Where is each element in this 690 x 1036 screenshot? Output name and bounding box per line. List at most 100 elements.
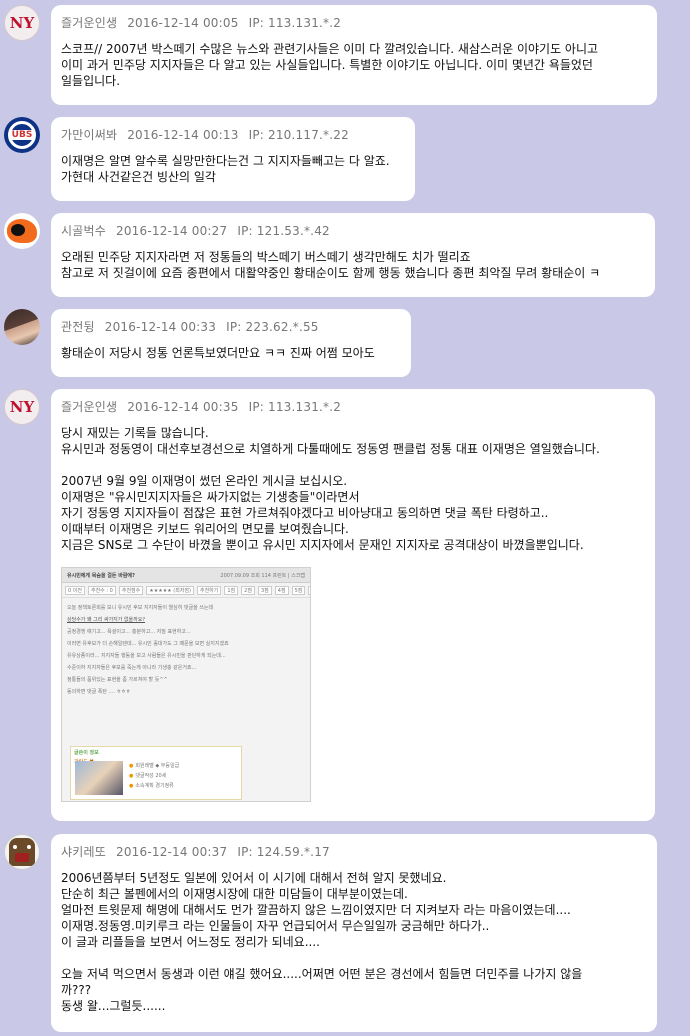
bullet-icon: ●: [129, 783, 134, 789]
comment-line: 이때부터 이재명은 키보드 워리어의 면모를 보여줬습니다.: [61, 522, 349, 536]
comment-body: 이재명은 알면 알수록 실망만한다는건 그 지지자들빼고는 다 알죠. 가현대 …: [61, 153, 405, 185]
comment-date: 2016-12-14 00:37: [115, 845, 228, 859]
comment-ip: IP: 113.131.*.2: [248, 400, 342, 414]
author-card-info: ● 회원레벨 ◆ 무등일급 ● 댓글작성 20세 ● 소속계획 경기정류: [129, 762, 179, 792]
comment-line: 오래된 민주당 지지자라면 저 정통들의 박스떼기 버스떼기 생각만해도 치가 …: [61, 250, 471, 264]
screenshot-tool: 2점: [241, 585, 255, 595]
screenshot-tool: 추천하기: [196, 585, 222, 595]
screenshot-toolbar: 0 이전 추천수 : 0 추천점수 ★★★★★ (최저점) 추천하기 1점 2점…: [62, 583, 310, 598]
comment-line: 스코프// 2007년 박스떼기 수많은 뉴스와 관련기사들은 이미 다 깔려있…: [61, 42, 599, 56]
screenshot-header: 유시민에게 목숨을 걸든 바람에? 2007.09.09 조회 114 프린트 …: [62, 568, 310, 583]
screenshot-tool: ★★★★★ (최저점): [146, 585, 194, 595]
screenshot-line: 오늘 정책토론회를 보니 유시민 후보 지지자들이 열심히 댓글을 쓰는데: [67, 605, 214, 611]
comment-line: 이재명은 알면 알수록 실망만한다는건 그 지지자들빼고는 다 알죠.: [61, 154, 390, 168]
comment-bubble: 샤키레또 2016-12-14 00:37 IP: 124.59.*.17 20…: [51, 834, 657, 1032]
comment-meta: 샤키레또 2016-12-14 00:37 IP: 124.59.*.17: [61, 843, 647, 860]
screenshot-line: 상당수가 왜 그리 싸가지가 없을까요?: [67, 617, 146, 623]
comment-meta: 즐거운인생 2016-12-14 00:05 IP: 113.131.*.2: [61, 14, 647, 31]
author-card-text: 댓글작성 20세: [135, 773, 167, 779]
yankees-logo-avatar[interactable]: NY: [4, 5, 40, 41]
screenshot-line: 유유상종이라... 지지자들 행동을 보고 사람들은 유시민을 판단하게 되는데…: [67, 653, 226, 659]
bullet-icon: ●: [129, 773, 134, 779]
comment-author[interactable]: 샤키레또: [61, 845, 106, 859]
orioles-logo-avatar[interactable]: [4, 213, 40, 249]
comment-line: 유시민과 정동영이 대선후보경선으로 치열하게 다툴때에도 정동영 팬클럽 정통…: [61, 442, 600, 456]
comment-ip: IP: 121.53.*.42: [237, 224, 330, 238]
comment-date: 2016-12-14 00:13: [127, 128, 239, 142]
embedded-screenshot-image[interactable]: 유시민에게 목숨을 걸든 바람에? 2007.09.09 조회 114 프린트 …: [61, 567, 311, 802]
comment-line: 2006년쯤부터 5년정도 일본에 있어서 이 시기에 대해서 전혀 알지 못했…: [61, 871, 447, 885]
comment-author[interactable]: 관전뒹: [61, 320, 95, 334]
comment-date: 2016-12-14 00:05: [127, 16, 239, 30]
author-card-text: 소속계획 경기정류: [135, 783, 174, 789]
screenshot-tool: 추천: [308, 585, 310, 595]
comment-line: 까???: [61, 983, 92, 997]
screenshot-tool: 3점: [257, 585, 272, 595]
author-card-text: 회원레벨 ◆ 무등일급: [135, 763, 180, 769]
comment-meta: 가만이써봐 2016-12-14 00:13 IP: 210.117.*.22: [61, 126, 405, 143]
comment-line: 자기 정동영 지지자들이 점잖은 표현 가르쳐줘야겠다고 비아냥대고 동의하면 …: [61, 506, 549, 520]
comment-bubble: 즐거운인생 2016-12-14 00:05 IP: 113.131.*.2 스…: [51, 5, 657, 105]
comment-line: 오늘 저녁 먹으면서 동생과 이런 얘길 했어요.....어쩌면 어떤 분은 경…: [61, 967, 583, 981]
comment-line: 가현대 사건같은건 빙산의 일각: [61, 170, 216, 184]
comment-ip: IP: 113.131.*.2: [248, 16, 342, 30]
author-card-row: ● 회원레벨 ◆ 무등일급: [129, 762, 179, 769]
comment-line: 동생 왈...그럴듯......: [61, 999, 166, 1013]
author-card-title: 글쓴이 정보: [74, 750, 99, 756]
comment-ip: IP: 223.62.*.55: [226, 320, 319, 334]
comment-line: 일들입니다.: [61, 74, 121, 88]
comment-line: 이미 과거 민주당 지지자들은 다 알고 있는 사실들입니다. 특별한 이야기도…: [61, 58, 593, 72]
comment-meta: 즐거운인생 2016-12-14 00:35 IP: 113.131.*.2: [61, 398, 645, 415]
comment-date: 2016-12-14 00:33: [104, 320, 217, 334]
comment-line: 황태순이 저당시 정통 언론특보였더만요 ㅋㅋ 진짜 어쩜 모아도: [61, 346, 375, 360]
comment-line: 이 글과 리플들을 보면서 어느정도 정리가 되네요....: [61, 935, 320, 949]
screenshot-line: 이러면 유후보가 더 손해일텐데... 유시민 홀대가도 그 떼문을 보면 실지…: [67, 641, 229, 647]
person-photo-avatar[interactable]: [4, 309, 40, 345]
yankees-logo-avatar[interactable]: NY: [4, 389, 40, 425]
comment-body: 2006년쯤부터 5년정도 일본에 있어서 이 시기에 대해서 전혀 알지 못했…: [61, 870, 647, 1014]
screenshot-line: 공정경쟁 얘기고... 욕설이고... 흥분하고... 저질 표현하고...: [67, 629, 191, 635]
screenshot-tool: 1점: [224, 585, 239, 595]
screenshot-author-card: 글쓴이 정보 가란도 ♥ ●회원레벨 ◆ 무등일급 ●댓글작성 20세 ●소속계…: [70, 746, 242, 800]
comment-body: 스코프// 2007년 박스떼기 수많은 뉴스와 관련기사들은 이미 다 깔려있…: [61, 41, 647, 89]
comment-line: 단순히 최근 볼펜에서의 이재명시장에 대한 미담들이 대부분이였는데.: [61, 887, 408, 901]
cubs-logo-avatar[interactable]: UBS: [4, 117, 40, 153]
comment-line: 이재명.정동영.미키루크 라는 인물들이 자꾸 언급되어서 무슨일일까 궁금해만…: [61, 919, 490, 933]
comment-ip: IP: 210.117.*.22: [248, 128, 349, 142]
comment-bubble: 가만이써봐 2016-12-14 00:13 IP: 210.117.*.22 …: [51, 117, 415, 201]
screenshot-tool: 추천점수: [118, 585, 144, 595]
author-card-row: ● 댓글작성 20세: [129, 772, 179, 779]
screenshot-line: 정통들의 품위있는 표현을 좀 가르쳐야 할 듯^^: [67, 677, 168, 683]
screenshot-tool: 4점: [274, 585, 289, 595]
comment-line: [61, 950, 647, 966]
screenshot-line: 동의하면 댓글 폭탄 .... ㅎㅎㅎ: [67, 689, 131, 695]
comment-date: 2016-12-14 00:27: [115, 224, 228, 238]
comment-body: 당시 재밌는 기록들 많습니다. 유시민과 정동영이 대선후보경선으로 치열하게…: [61, 425, 645, 553]
screenshot-line: 수준이하 지지자들은 후보를 죽는게 아니라 기생충 같은거죠...: [67, 665, 197, 671]
screenshot-tool: 0 이전: [65, 585, 85, 595]
comment-bubble: 시골벅수 2016-12-14 00:27 IP: 121.53.*.42 오래…: [51, 213, 655, 297]
comment-meta: 관전뒹 2016-12-14 00:33 IP: 223.62.*.55: [61, 318, 401, 335]
screenshot-header-right: 2007.09.09 조회 114 프린트 | 스크랩: [220, 572, 305, 579]
comment-bubble: 관전뒹 2016-12-14 00:33 IP: 223.62.*.55 황태순…: [51, 309, 411, 377]
comment-line: [61, 457, 645, 473]
comment-author[interactable]: 즐거운인생: [61, 400, 117, 414]
comment-line: 2007년 9월 9일 이재명이 썼던 온라인 게시글 보십시오.: [61, 474, 348, 488]
comment-line: 이재명은 "유시민지지자들은 싸가지없는 기생충들"이라면서: [61, 490, 360, 504]
comment-meta: 시골벅수 2016-12-14 00:27 IP: 121.53.*.42: [61, 222, 645, 239]
comment-date: 2016-12-14 00:35: [127, 400, 239, 414]
comment-author[interactable]: 가만이써봐: [61, 128, 117, 142]
screenshot-tool: 5점: [291, 585, 306, 595]
bullet-icon: ●: [129, 763, 134, 769]
comment-line: 얼마전 트윗문제 해명에 대해서도 먼가 깔끔하지 않은 느낌이였지만 더 지켜…: [61, 903, 571, 917]
screenshot-tool: 추천수 : 0: [87, 585, 116, 595]
comment-ip: IP: 124.59.*.17: [237, 845, 330, 859]
comment-line: 지금은 SNS로 그 수단이 바꼈을 뿐이고 유시민 지지자에서 문재인 지지자…: [61, 538, 584, 552]
author-card-row: ● 소속계획 경기정류: [129, 782, 179, 789]
comment-body: 황태순이 저당시 정통 언론특보였더만요 ㅋㅋ 진짜 어쩜 모아도: [61, 345, 401, 361]
domo-character-avatar[interactable]: [4, 834, 40, 870]
comment-author[interactable]: 시골벅수: [61, 224, 106, 238]
comment-body: 오래된 민주당 지지자라면 저 정통들의 박스떼기 버스떼기 생각만해도 치가 …: [61, 249, 645, 281]
comment-bubble: 즐거운인생 2016-12-14 00:35 IP: 113.131.*.2 당…: [51, 389, 655, 821]
comment-author[interactable]: 즐거운인생: [61, 16, 117, 30]
